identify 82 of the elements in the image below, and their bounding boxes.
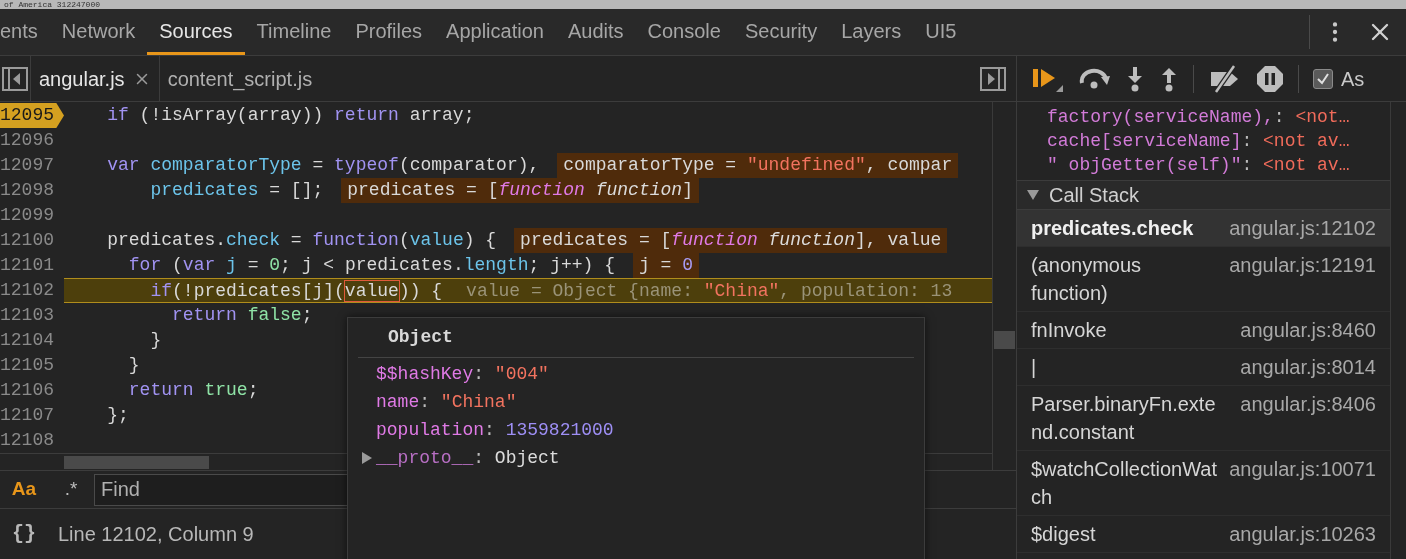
panel-toggle-icon[interactable]: [980, 66, 1006, 91]
frame-name: fnInvoke: [1031, 318, 1107, 343]
line-number[interactable]: 12108: [0, 428, 60, 453]
line-number[interactable]: 12096: [0, 128, 60, 153]
code-line: }: [127, 354, 140, 377]
line-number[interactable]: 12101: [0, 253, 60, 278]
frame-name: $watchCollectionWatch: [1031, 457, 1218, 510]
panel-tab[interactable]: UI5: [913, 9, 969, 55]
line-number[interactable]: 12105: [0, 353, 60, 378]
line-number[interactable]: 12097: [0, 153, 60, 178]
code-line: return true;: [127, 379, 259, 402]
frame-location: angular.js:12191: [1229, 253, 1376, 278]
frame-name: predicates.check: [1031, 216, 1194, 241]
line-number[interactable]: 12095: [0, 103, 64, 128]
async-checkbox[interactable]: [1313, 68, 1333, 89]
scrollbar-thumb[interactable]: [64, 455, 209, 469]
inline-value: value = Object {name: "China", population: 13: [465, 280, 954, 302]
code-line: predicates.check = function(value) {: [106, 229, 497, 252]
code-line: return false;: [171, 304, 313, 327]
file-tab[interactable]: content_script.js: [159, 56, 321, 101]
match-case-toggle[interactable]: Aa: [0, 475, 48, 504]
property-row[interactable]: __proto__: Object: [376, 444, 560, 472]
panel-tab[interactable]: Security: [732, 9, 830, 55]
scope-variable: factory(serviceName),: <not…: [1047, 106, 1351, 129]
code-line: }: [149, 329, 162, 352]
property-row-text: population: 1359821000: [376, 419, 614, 442]
line-number[interactable]: 12107: [0, 403, 60, 428]
line-number[interactable]: 12102: [0, 278, 60, 303]
frame-location: angular.js:10071: [1229, 457, 1376, 482]
expand-icon[interactable]: [362, 452, 372, 464]
panel-tab[interactable]: Profiles: [343, 9, 435, 55]
scope-variable: " objGetter(self)": <not av…: [1047, 154, 1351, 177]
line-number[interactable]: 12104: [0, 328, 60, 353]
line-number[interactable]: 12100: [0, 228, 60, 253]
scrollbar-thumb[interactable]: [994, 331, 1015, 349]
file-tab[interactable]: angular.js: [30, 56, 160, 101]
pretty-print-button[interactable]: {}: [2, 519, 46, 549]
code-line: };: [106, 404, 129, 427]
scope-variable: cache[serviceName]: <not av…: [1047, 130, 1351, 153]
inline-value: comparatorType = "undefined", compar: [557, 153, 959, 178]
frame-location: angular.js:12102: [1229, 216, 1376, 241]
inline-value: j = 0: [632, 253, 699, 278]
inline-value: predicates = [function function]: [341, 178, 699, 203]
frame-location: angular.js:10263: [1229, 522, 1376, 547]
panel-tab[interactable]: Network: [49, 9, 148, 55]
panel-tab[interactable]: Timeline: [244, 9, 344, 55]
panel-toggle-icon[interactable]: [2, 66, 28, 91]
pause-icon[interactable]: [1256, 64, 1284, 93]
popover-title: Object: [358, 324, 914, 358]
line-number[interactable]: 12099: [0, 203, 60, 228]
checkbox-label: As: [1341, 66, 1365, 92]
panel-tab[interactable]: Application: [434, 9, 556, 55]
property-row-text: $$hashKey: "004": [376, 363, 549, 386]
line-number[interactable]: 12106: [0, 378, 60, 403]
code-line: for (var j = 0; j < predicates.length; j++) {: [127, 254, 615, 277]
frame-name: Parser.binaryFn.extend.constant: [1031, 392, 1217, 445]
panel-tab[interactable]: ents: [0, 9, 50, 55]
code-line: predicates = [];: [149, 179, 324, 202]
call-stack-header[interactable]: Call Stack: [1017, 180, 1390, 210]
frame-location: angular.js:8460: [1240, 318, 1376, 343]
line-number[interactable]: 12103: [0, 303, 60, 328]
step-over-icon[interactable]: [1079, 66, 1111, 91]
code-line: var comparatorType = typeof(comparator),: [106, 154, 540, 177]
panel-tab[interactable]: Console: [635, 9, 733, 55]
frame-name: |: [1031, 355, 1037, 380]
panel-tab[interactable]: Layers: [829, 9, 914, 55]
frame-name: $digest: [1031, 522, 1096, 547]
expand-icon[interactable]: [1027, 190, 1039, 200]
inline-value: predicates = [function function], value: [514, 228, 948, 253]
frame-location: angular.js:8406: [1240, 392, 1376, 417]
cursor-position: Line 12102, Column 9: [58, 522, 254, 547]
page-text: of America 312247000: [3, 1, 100, 9]
regex-toggle[interactable]: .*: [48, 475, 94, 504]
call-stack-frame[interactable]: predicates.check angular.js:12102: [1017, 210, 1390, 247]
code-line: if(!predicates[j](value)) {: [149, 280, 443, 302]
property-row-text: name: "China": [376, 391, 517, 414]
panel-tab[interactable]: Sources: [147, 9, 245, 55]
code-line: if (!isArray(array)) return array;: [106, 104, 475, 127]
frame-name: (anonymous function): [1031, 253, 1143, 306]
line-number[interactable]: 12098: [0, 178, 60, 203]
panel-tab[interactable]: Audits: [555, 9, 636, 55]
frame-location: angular.js:8014: [1240, 355, 1376, 380]
